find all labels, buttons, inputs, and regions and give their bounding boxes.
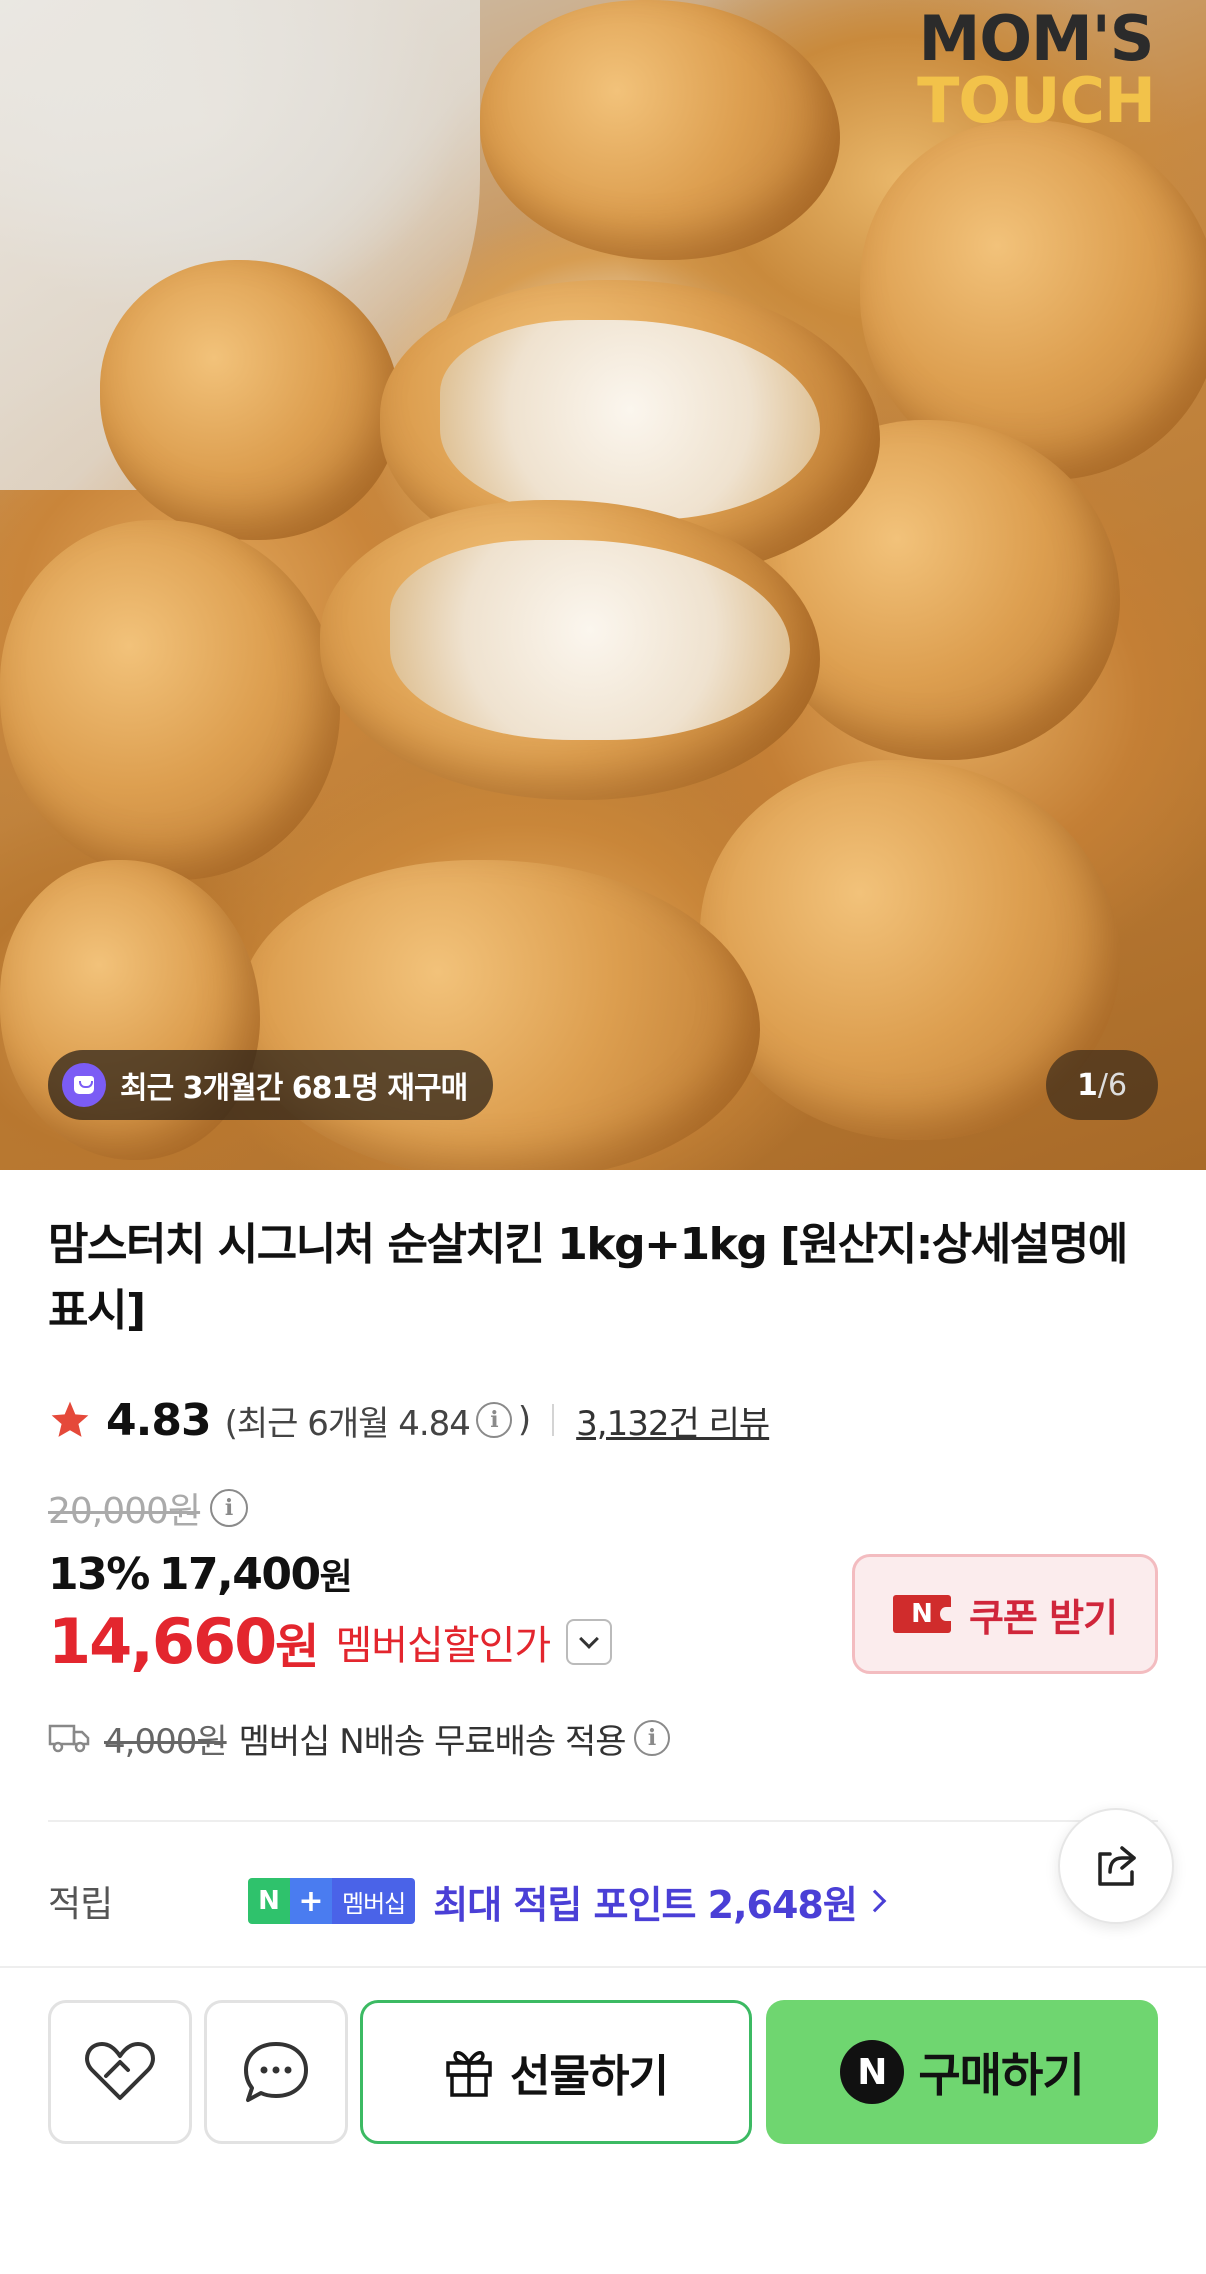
truck-icon bbox=[48, 1724, 90, 1753]
gift-label: 선물하기 bbox=[510, 2051, 669, 2102]
wishlist-button[interactable] bbox=[48, 2000, 192, 2144]
member-price-row: 14,660 원 멤버십할인가 bbox=[48, 1605, 613, 1678]
sale-price: 17,400 bbox=[158, 1549, 321, 1600]
shipping-row: 4,000원 멤버십 N배송 무료배송 적용 i bbox=[48, 1710, 676, 1766]
original-price-row: 20,000원 i bbox=[48, 1482, 254, 1534]
points-label: 적립 bbox=[48, 1884, 113, 1925]
gift-icon bbox=[446, 2051, 492, 2097]
info-icon[interactable]: i bbox=[633, 1720, 670, 1756]
repurchase-text: 최근 3개월간 681명 재구매 bbox=[120, 1071, 468, 1106]
heart-icon bbox=[85, 2042, 155, 2100]
image-page-counter: 1/6 bbox=[1046, 1050, 1158, 1120]
divider bbox=[552, 1404, 555, 1436]
naver-coupon-icon: N bbox=[892, 1595, 952, 1633]
share-button[interactable] bbox=[1058, 1808, 1174, 1924]
naver-pay-icon: N bbox=[840, 2040, 905, 2104]
discount-percent: 13% bbox=[48, 1549, 150, 1600]
info-icon[interactable]: i bbox=[475, 1402, 512, 1438]
chicken-piece bbox=[0, 520, 340, 880]
member-price-label: 멤버십할인가 bbox=[335, 1622, 551, 1669]
chevron-down-icon bbox=[579, 1628, 600, 1649]
naver-plus-membership-badge: N + 멤버십 bbox=[248, 1878, 416, 1924]
info-icon[interactable]: i bbox=[210, 1489, 249, 1527]
member-price-unit: 원 bbox=[275, 1618, 320, 1675]
sale-price-unit: 원 bbox=[319, 1557, 353, 1598]
star-icon bbox=[51, 1401, 89, 1437]
points-row[interactable]: 적립 N + 멤버십 최대 적립 포인트 2,648원 bbox=[48, 1868, 1048, 1934]
product-image[interactable]: MOM'S TOUCH 최근 3개월간 681명 재구매 1/6 bbox=[0, 0, 1206, 1170]
chat-button[interactable] bbox=[204, 2000, 348, 2144]
chicken-piece bbox=[480, 0, 840, 260]
bottom-action-bar: 선물하기 N 구매하기 bbox=[0, 1968, 1206, 2274]
gift-button[interactable]: 선물하기 bbox=[360, 2000, 752, 2144]
rating-row: 4.83 (최근 6개월 4.84 i ) 3,132건 리뷰 bbox=[48, 1390, 770, 1450]
shipping-text: 멤버십 N배송 무료배송 적용 bbox=[238, 1721, 627, 1762]
chat-icon bbox=[244, 2042, 308, 2102]
share-icon bbox=[1098, 1846, 1136, 1886]
rating-score: 4.83 bbox=[106, 1394, 212, 1446]
review-count-link[interactable]: 3,132건 리뷰 bbox=[576, 1396, 770, 1445]
product-title: 맘스터치 시그니처 순살치킨 1kg+1kg [원산지:상세설명에 표시] bbox=[48, 1219, 1128, 1336]
member-price: 14,660 bbox=[48, 1605, 277, 1678]
shipping-fee: 4,000원 bbox=[104, 1721, 228, 1762]
sale-price-row: 13% 17,400원 bbox=[48, 1548, 353, 1600]
buy-button[interactable]: N 구매하기 bbox=[766, 2000, 1158, 2144]
buy-label: 구매하기 bbox=[918, 2048, 1084, 2102]
member-price-dropdown[interactable] bbox=[566, 1618, 613, 1665]
repurchase-badge: 최근 3개월간 681명 재구매 bbox=[48, 1050, 494, 1120]
original-price: 20,000원 bbox=[48, 1491, 201, 1532]
coupon-label: 쿠폰 받기 bbox=[968, 1595, 1118, 1640]
brand-logo: MOM'S TOUCH bbox=[917, 2, 1156, 137]
shopping-bag-icon bbox=[62, 1063, 106, 1107]
max-points-text: 최대 적립 포인트 2,648원 bbox=[433, 1882, 858, 1927]
chevron-right-icon bbox=[863, 1889, 887, 1913]
divider bbox=[48, 1820, 1158, 1822]
coupon-button[interactable]: N 쿠폰 받기 bbox=[852, 1554, 1158, 1674]
recent-rating: (최근 6개월 4.84 i ) bbox=[224, 1400, 532, 1444]
chicken-piece bbox=[240, 860, 760, 1170]
